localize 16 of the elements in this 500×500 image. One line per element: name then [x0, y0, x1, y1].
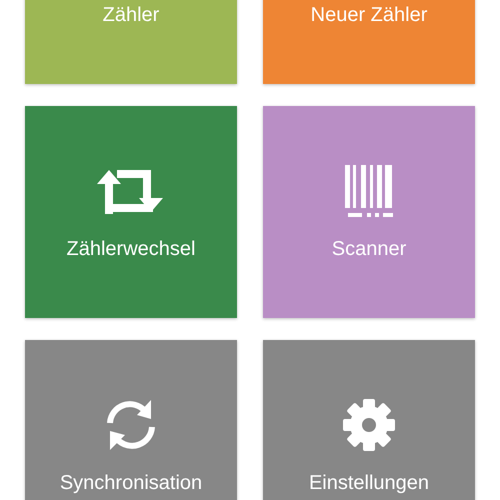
tile-label: Zähler	[102, 3, 160, 27]
menu-tile[interactable]: Synchronisation	[25, 340, 237, 500]
tile-label: Einstellungen	[308, 471, 430, 495]
sync-icon	[105, 399, 157, 451]
repeat-icon	[97, 168, 165, 214]
gear-icon	[343, 399, 395, 451]
tile-label: Synchronisation	[60, 471, 202, 495]
menu-tile[interactable]: Neuer Zähler	[263, 0, 475, 84]
tile-label: Neuer Zähler	[310, 3, 428, 27]
barcode-icon	[343, 165, 395, 217]
menu-tile[interactable]: Scanner	[263, 106, 475, 318]
menu-tile[interactable]: Einstellungen	[263, 340, 475, 500]
tile-label: Zählerwechsel	[66, 237, 196, 261]
tile-label: Scanner	[332, 237, 406, 261]
menu-tile[interactable]: Zähler	[25, 0, 237, 84]
menu-tile[interactable]: Zählerwechsel	[25, 106, 237, 318]
